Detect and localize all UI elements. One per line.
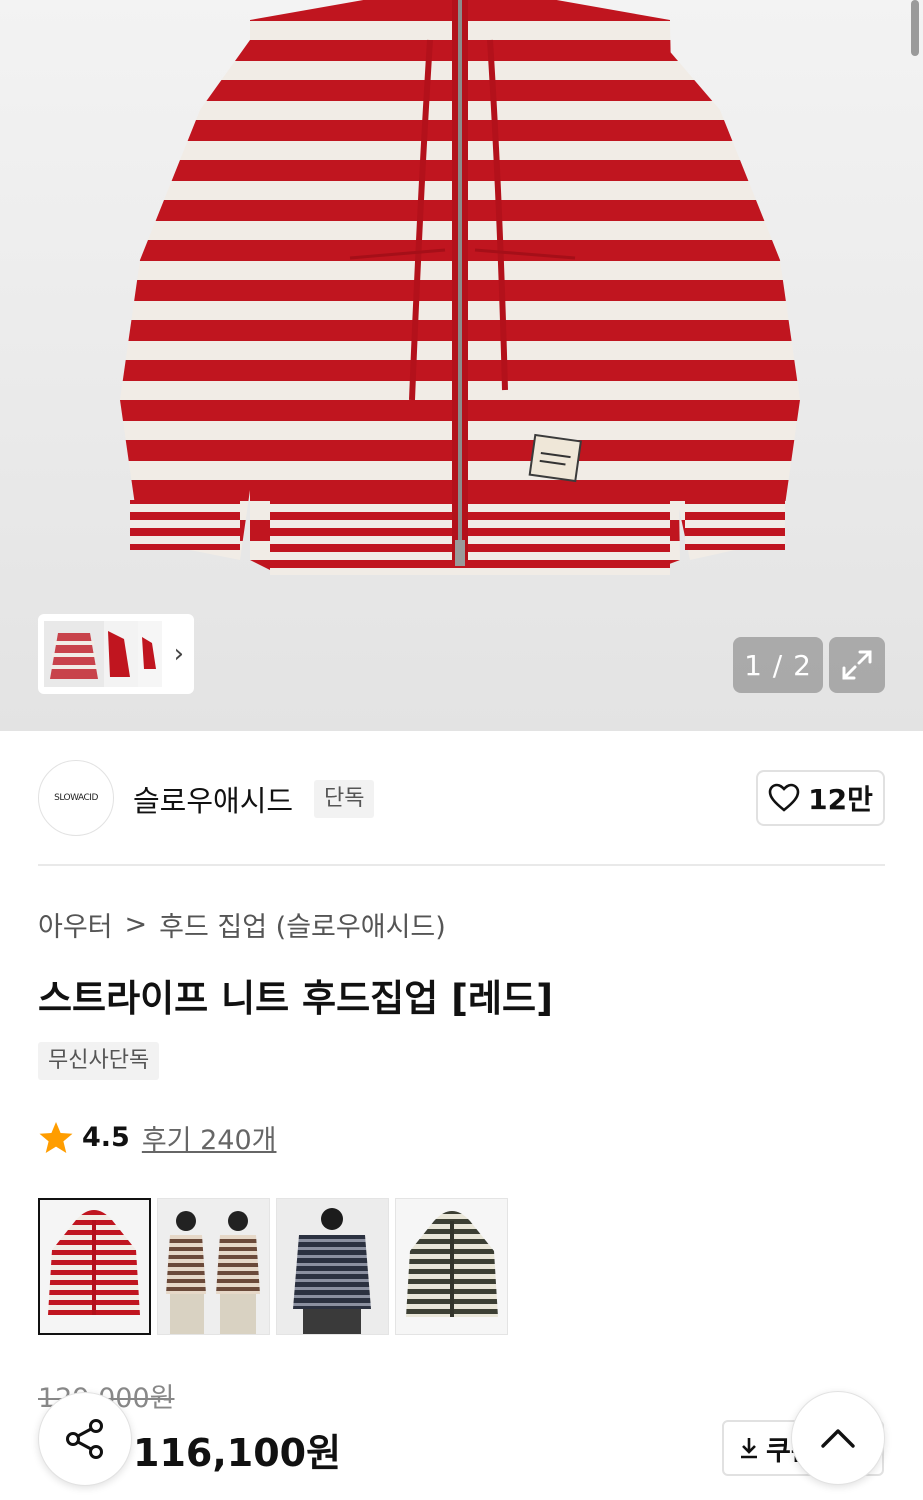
brand-exclusive-badge: 단독 bbox=[314, 780, 375, 818]
variant-red[interactable] bbox=[38, 1198, 151, 1335]
gallery-counter: 1 / 2 bbox=[733, 637, 823, 693]
chevron-up-icon bbox=[821, 1429, 855, 1448]
brand-name[interactable]: 슬로우애시드 bbox=[133, 778, 293, 820]
variant-red-image bbox=[40, 1200, 149, 1333]
breadcrumb-separator: > bbox=[124, 909, 148, 940]
variant-khaki-image bbox=[396, 1199, 507, 1334]
exclusive-tag: 무신사단독 bbox=[38, 1042, 160, 1080]
star-icon bbox=[39, 1121, 73, 1153]
expand-icon bbox=[842, 650, 872, 680]
color-variants bbox=[38, 1198, 508, 1335]
product-hero-image[interactable]: › 1 / 2 bbox=[0, 0, 923, 731]
like-button[interactable]: 12만 bbox=[756, 770, 885, 826]
gallery-thumbnails bbox=[44, 621, 162, 687]
product-title: 스트라이프 니트 후드집업 [레드] bbox=[38, 977, 553, 1020]
gallery-thumbnail-strip[interactable]: › bbox=[38, 614, 194, 694]
share-icon bbox=[66, 1419, 103, 1459]
scroll-top-button[interactable] bbox=[791, 1391, 885, 1485]
breadcrumb: 아우터 > 후드 집업 (슬로우애시드) bbox=[38, 905, 446, 944]
review-link[interactable]: 후기 240개 bbox=[142, 1118, 277, 1157]
variant-navy-image bbox=[277, 1199, 388, 1334]
breadcrumb-category[interactable]: 아우터 bbox=[38, 905, 113, 944]
brand-logo[interactable]: SLOWACID bbox=[38, 760, 114, 836]
variant-khaki[interactable] bbox=[395, 1198, 508, 1335]
variant-beige-image bbox=[158, 1199, 269, 1334]
share-button[interactable] bbox=[38, 1392, 132, 1486]
rating-score: 4.5 bbox=[82, 1122, 130, 1153]
page-scrollbar[interactable] bbox=[911, 0, 919, 56]
rating-row: 4.5 후기 240개 bbox=[38, 1118, 276, 1157]
variant-beige[interactable] bbox=[157, 1198, 270, 1335]
variant-navy[interactable] bbox=[276, 1198, 389, 1335]
sale-price: 116,100원 bbox=[133, 1431, 342, 1475]
divider bbox=[38, 864, 885, 866]
download-icon bbox=[741, 1438, 757, 1459]
breadcrumb-subcategory[interactable]: 후드 집업 (슬로우애시드) bbox=[159, 905, 446, 944]
expand-button[interactable] bbox=[829, 637, 885, 693]
like-count: 12만 bbox=[808, 783, 873, 816]
chevron-right-icon[interactable]: › bbox=[174, 640, 184, 668]
heart-icon bbox=[768, 783, 800, 812]
